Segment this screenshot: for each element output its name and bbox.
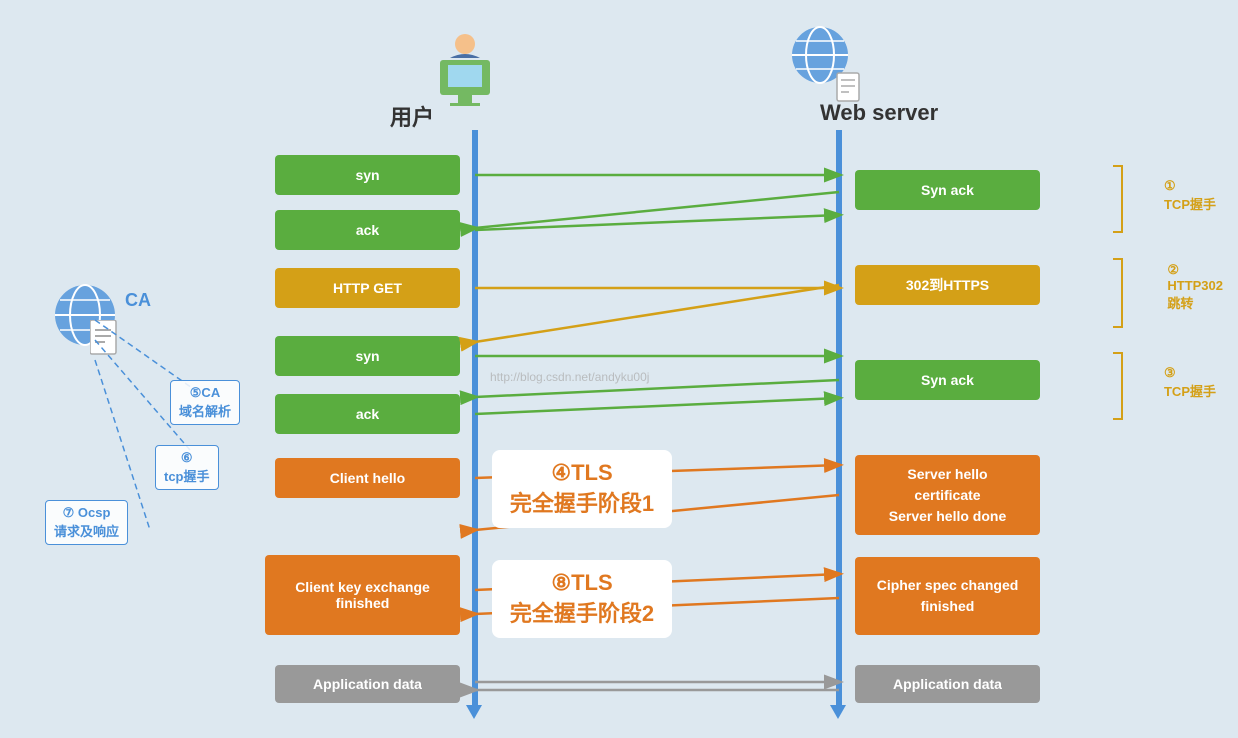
- app-data-right-box: Application data: [855, 665, 1040, 703]
- server-hello-box: Server hello certificate Server hello do…: [855, 455, 1040, 535]
- syn-ack1-box: Syn ack: [855, 170, 1040, 210]
- app-data-left-box: Application data: [275, 665, 460, 703]
- http302-bracket: [1113, 258, 1123, 328]
- ack1-box: ack: [275, 210, 460, 250]
- server-timeline-arrow: [830, 705, 846, 719]
- client-hello-box: Client hello: [275, 458, 460, 498]
- tls-phase1-label: ④TLS完全握手阶段1: [492, 450, 672, 528]
- ca-annotation: ⑤CA域名解析: [170, 380, 240, 425]
- client-key-box: Client key exchange finished: [265, 555, 460, 635]
- ca-label: CA: [125, 290, 151, 311]
- server-label: Web server: [820, 100, 938, 126]
- tcp3-bracket: [1113, 352, 1123, 420]
- syn1-box: syn: [275, 155, 460, 195]
- user-timeline: [472, 130, 478, 710]
- tls-phase2-label: ⑧TLS完全握手阶段2: [492, 560, 672, 638]
- ca-icon-area: CA: [50, 280, 130, 360]
- ocsp-annotation: ⑦ Ocsp请求及响应: [45, 500, 128, 545]
- cipher-spec-box: Cipher spec changed finished: [855, 557, 1040, 635]
- http302-annotation: ② HTTP302 跳转: [1167, 262, 1223, 312]
- user-timeline-arrow: [466, 705, 482, 719]
- syn2-box: syn: [275, 336, 460, 376]
- server-timeline: [836, 130, 842, 710]
- diagram-container: CA 用户 Web server: [0, 0, 1238, 738]
- redir302-box: 302到HTTPS: [855, 265, 1040, 305]
- watermark: http://blog.csdn.net/andyku00j: [490, 370, 649, 384]
- tcp1-bracket: [1113, 165, 1123, 233]
- ack2-box: ack: [275, 394, 460, 434]
- tcp3-annotation: ③ TCP握手: [1164, 365, 1216, 400]
- httpget-box: HTTP GET: [275, 268, 460, 308]
- tcp1-annotation: ① TCP握手: [1164, 178, 1216, 213]
- user-icon: [430, 30, 500, 115]
- user-label: 用户: [390, 100, 434, 132]
- tcp6-annotation: ⑥tcp握手: [155, 445, 219, 490]
- syn-ack2-box: Syn ack: [855, 360, 1040, 400]
